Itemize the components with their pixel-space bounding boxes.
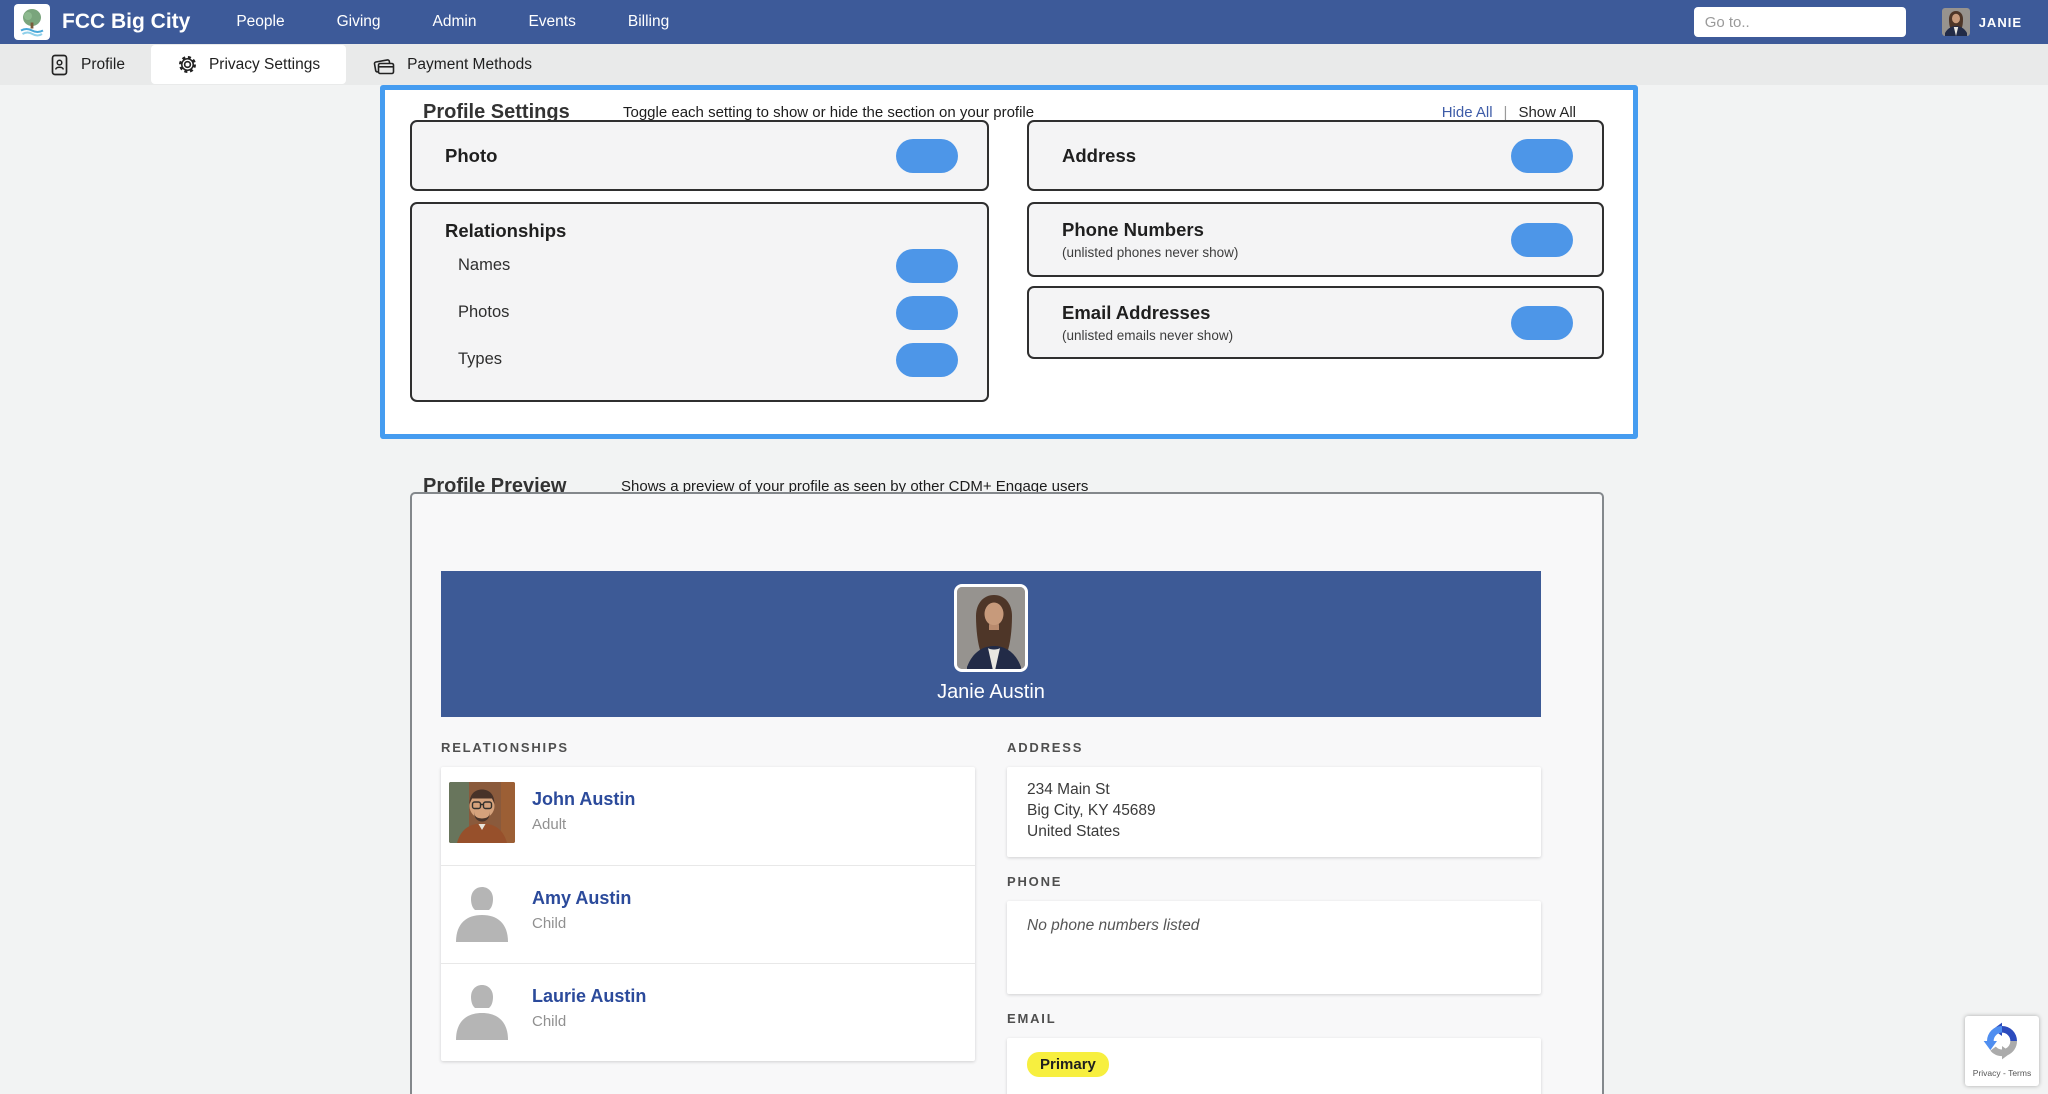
address-setting-title: Address <box>1062 145 1136 167</box>
preview-contact-column: ADDRESS 234 Main St Big City, KY 45689 U… <box>1007 740 1541 1094</box>
photos-setting-label: Photos <box>445 303 509 322</box>
nav-item-giving[interactable]: Giving <box>337 13 381 31</box>
relationship-row-john[interactable]: John Austin Adult <box>441 767 975 865</box>
tab-privacy-settings[interactable]: Privacy Settings <box>151 45 346 84</box>
nav-item-billing[interactable]: Billing <box>628 13 669 31</box>
email-setting-subtitle: (unlisted emails never show) <box>1062 328 1233 343</box>
address-toggle[interactable] <box>1511 139 1573 173</box>
relationships-setting-title: Relationships <box>445 220 958 242</box>
phone-setting-title: Phone Numbers <box>1062 219 1238 241</box>
tab-payment-label: Payment Methods <box>407 56 532 74</box>
section-tabbar: Profile Privacy Settings <box>0 44 2048 85</box>
email-heading: EMAIL <box>1007 1011 1541 1026</box>
relationship-row-amy[interactable]: Amy Austin Child <box>441 865 975 963</box>
address-line-2: Big City, KY 45689 <box>1027 801 1521 822</box>
tab-payment-methods[interactable]: Payment Methods <box>346 44 558 85</box>
tab-profile-label: Profile <box>81 56 125 74</box>
relationships-setting-card: Relationships Names Photos Types <box>410 202 989 402</box>
goto-search-input[interactable] <box>1694 7 1906 37</box>
names-setting-row: Names <box>445 242 958 289</box>
relationship-row-laurie[interactable]: Laurie Austin Child <box>441 963 975 1061</box>
profile-photo <box>954 584 1028 672</box>
nav-item-people[interactable]: People <box>236 13 284 31</box>
phone-toggle[interactable] <box>1511 223 1573 257</box>
recaptcha-privacy-terms[interactable]: Privacy - Terms <box>1965 1068 2039 1078</box>
relationships-list: John Austin Adult <box>441 767 975 1061</box>
link-separator: | <box>1504 104 1508 121</box>
amy-name-link[interactable]: Amy Austin <box>532 888 631 909</box>
church-tree-logo-icon[interactable] <box>14 4 50 40</box>
profile-banner-name: Janie Austin <box>937 681 1045 704</box>
amy-placeholder-avatar-icon <box>449 881 515 942</box>
address-heading: ADDRESS <box>1007 740 1541 755</box>
photo-setting-card: Photo <box>410 120 989 191</box>
phone-setting-subtitle: (unlisted phones never show) <box>1062 245 1238 260</box>
john-name-link[interactable]: John Austin <box>532 789 635 810</box>
photos-setting-row: Photos <box>445 289 958 336</box>
address-line-3: United States <box>1027 822 1521 843</box>
tab-privacy-label: Privacy Settings <box>209 56 320 74</box>
brand-name[interactable]: FCC Big City <box>62 10 190 34</box>
user-name[interactable]: JANIE <box>1979 15 2022 30</box>
photos-toggle[interactable] <box>896 296 958 330</box>
types-toggle[interactable] <box>896 343 958 377</box>
address-line-1: 234 Main St <box>1027 780 1521 801</box>
recaptcha-badge[interactable]: Privacy - Terms <box>1965 1016 2039 1086</box>
amy-type: Child <box>532 915 631 932</box>
email-setting-title: Email Addresses <box>1062 302 1233 324</box>
profile-preview-section: Janie Austin RELATIONSHIPS <box>410 492 1604 1094</box>
preview-relationships-column: RELATIONSHIPS <box>441 740 975 1061</box>
main-menu: People Giving Admin Events Billing <box>236 13 669 31</box>
laurie-placeholder-avatar-icon <box>449 979 515 1040</box>
gear-icon <box>177 54 198 75</box>
navbar-right: JANIE <box>1694 7 2034 37</box>
show-all-link[interactable]: Show All <box>1518 104 1576 121</box>
profile-banner: Janie Austin <box>441 571 1541 717</box>
payment-cards-icon <box>372 54 396 75</box>
app-window: FCC Big City People Giving Admin Events … <box>0 0 2048 1094</box>
types-setting-label: Types <box>445 350 502 369</box>
phone-setting-card: Phone Numbers (unlisted phones never sho… <box>1027 202 1604 277</box>
address-card: 234 Main St Big City, KY 45689 United St… <box>1007 767 1541 857</box>
types-setting-row: Types <box>445 336 958 383</box>
names-toggle[interactable] <box>896 249 958 283</box>
email-toggle[interactable] <box>1511 306 1573 340</box>
profile-settings-description: Toggle each setting to show or hide the … <box>623 104 1034 121</box>
phone-card: No phone numbers listed <box>1007 901 1541 994</box>
id-card-icon <box>50 54 70 76</box>
relationships-heading: RELATIONSHIPS <box>441 740 975 755</box>
laurie-type: Child <box>532 1013 646 1030</box>
email-card: Primary E-mail address julianne@suran.co… <box>1007 1038 1541 1094</box>
page-content: Profile Settings Toggle each setting to … <box>0 85 2048 1094</box>
john-type: Adult <box>532 816 635 833</box>
profile-settings-section: Profile Settings Toggle each setting to … <box>380 85 1638 439</box>
hide-all-link[interactable]: Hide All <box>1442 104 1493 121</box>
nav-item-events[interactable]: Events <box>528 13 575 31</box>
address-setting-card: Address <box>1027 120 1604 191</box>
photo-toggle[interactable] <box>896 139 958 173</box>
nav-item-admin[interactable]: Admin <box>433 13 477 31</box>
recaptcha-logo-icon <box>1982 1048 2022 1065</box>
email-setting-card: Email Addresses (unlisted emails never s… <box>1027 286 1604 359</box>
laurie-name-link[interactable]: Laurie Austin <box>532 986 646 1007</box>
photo-setting-title: Photo <box>445 145 497 167</box>
names-setting-label: Names <box>445 256 510 275</box>
phone-heading: PHONE <box>1007 874 1541 889</box>
tab-profile[interactable]: Profile <box>24 44 151 85</box>
top-navbar: FCC Big City People Giving Admin Events … <box>0 0 2048 44</box>
primary-email-badge: Primary <box>1027 1052 1109 1077</box>
phone-empty-text: No phone numbers listed <box>1027 917 1521 935</box>
user-avatar[interactable] <box>1942 8 1970 36</box>
john-photo <box>449 782 515 843</box>
bulk-toggle-links: Hide All | Show All <box>1442 104 1576 121</box>
